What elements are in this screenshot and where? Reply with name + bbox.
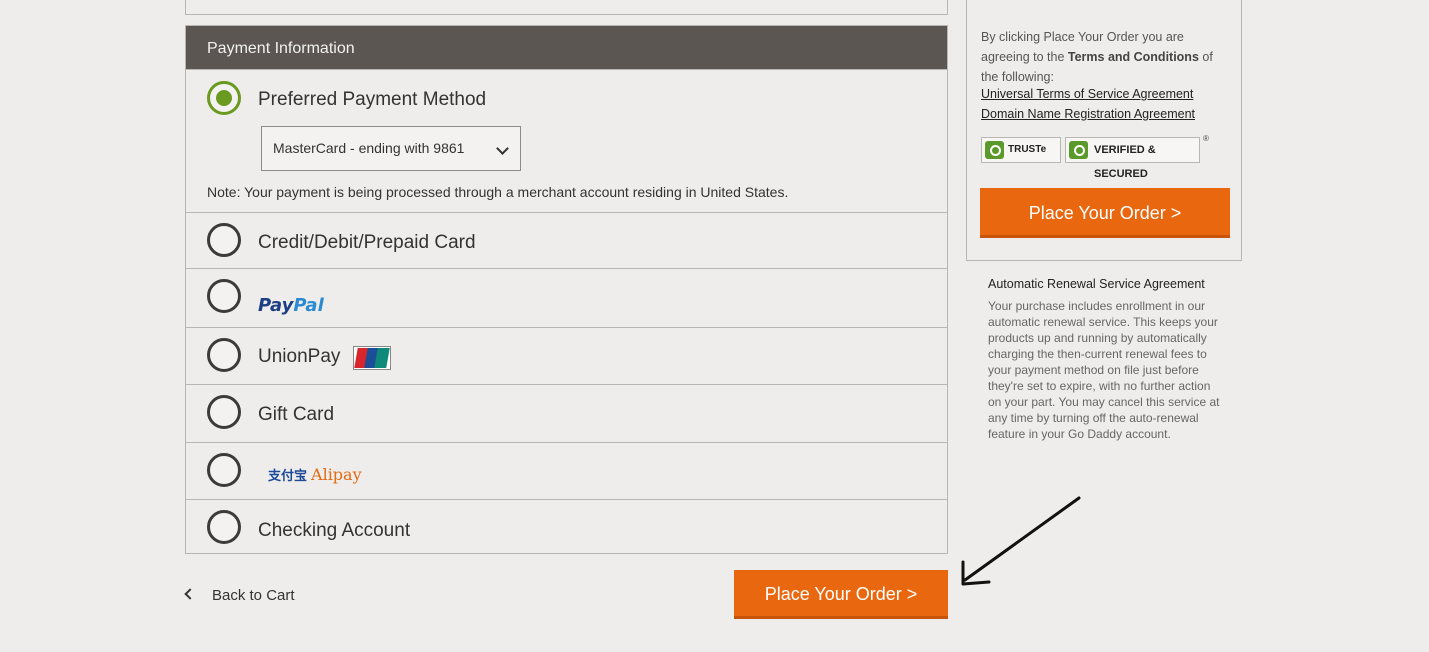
radio-checking-account[interactable] [207,510,241,544]
terms-agreement-text: By clicking Place Your Order you are agr… [981,30,1213,84]
alipay-logo: 支付宝 Alipay [268,465,362,484]
unionpay-card-icon [353,346,391,370]
merchant-note: Note: Your payment is being processed th… [207,184,789,200]
place-order-button[interactable]: Place Your Order > [734,570,948,619]
checking-account-label: Checking Account [258,520,411,541]
lock-icon [1069,141,1088,159]
radio-gift-card[interactable] [207,395,241,429]
option-unionpay[interactable]: UnionPay [186,327,947,384]
renewal-title: Automatic Renewal Service Agreement [988,277,1205,291]
option-credit-card[interactable]: Credit/Debit/Prepaid Card [186,212,947,268]
option-alipay[interactable]: 支付宝 Alipay [186,442,947,499]
place-order-button-side[interactable]: Place Your Order > [980,188,1230,238]
gift-card-label: Gift Card [258,404,335,425]
paypal-logo: PayPal [258,295,324,316]
unionpay-label: UnionPay [258,346,341,367]
saved-card-select[interactable]: MasterCard - ending with 9861 [261,126,521,171]
payment-panel: Payment Information Preferred Payment Me… [185,25,948,554]
saved-card-value: MasterCard - ending with 9861 [273,140,465,156]
option-paypal[interactable]: PayPal [186,268,947,327]
preferred-payment-label: Preferred Payment Method [258,89,487,110]
back-to-cart-link[interactable]: Back to Cart [184,587,295,604]
domain-registration-link[interactable]: Domain Name Registration Agreement [981,107,1195,121]
radio-credit-card[interactable] [207,223,241,257]
chevron-left-icon [184,588,196,600]
chevron-down-icon [496,142,509,155]
radio-alipay[interactable] [207,453,241,487]
radio-paypal[interactable] [207,279,241,313]
truste-check-icon [985,141,1004,159]
payment-header: Payment Information [186,26,947,69]
truste-badge[interactable]: TRUSTe [981,137,1061,163]
annotation-arrow-icon [961,496,1081,586]
registered-mark: ® [1203,134,1209,143]
previous-panel-bottom [185,0,948,15]
renewal-body: Your purchase includes enrollment in our… [988,299,1220,441]
credit-card-label: Credit/Debit/Prepaid Card [258,232,476,253]
radio-unionpay[interactable] [207,338,241,372]
verified-secured-badge[interactable]: VERIFIED & SECURED [1065,137,1200,180]
option-preferred-payment[interactable]: Preferred Payment Method MasterCard - en… [186,69,947,212]
radio-preferred-selected[interactable] [207,81,241,115]
back-to-cart-label: Back to Cart [212,587,295,604]
terms-of-service-link[interactable]: Universal Terms of Service Agreement [981,87,1193,101]
option-gift-card[interactable]: Gift Card [186,384,947,442]
option-checking-account[interactable]: Checking Account [186,499,947,555]
